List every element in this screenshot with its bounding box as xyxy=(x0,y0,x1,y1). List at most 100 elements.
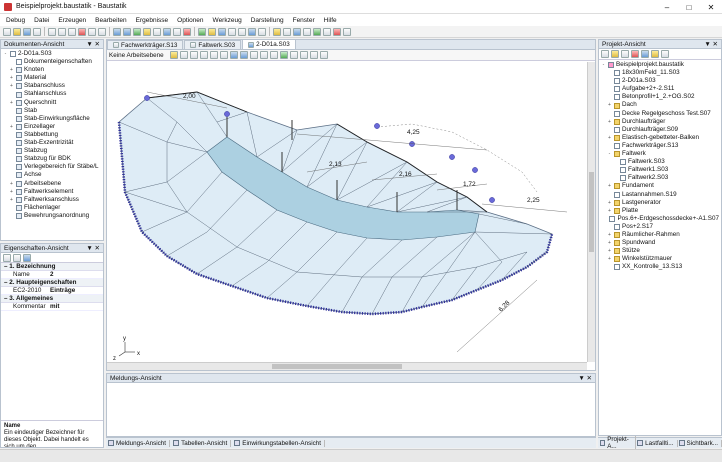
menu-bearbeiten[interactable]: Bearbeiten xyxy=(95,17,126,24)
project-file[interactable]: Faltwerk.S03 xyxy=(601,158,719,166)
property-row[interactable]: Name 2 xyxy=(1,271,103,279)
tab-tables[interactable]: Tabellen-Ansicht xyxy=(173,439,232,447)
tree-item[interactable]: Dokumenteigenschaften xyxy=(3,58,101,66)
menu-erzeugen[interactable]: Erzeugen xyxy=(58,17,86,24)
hidden-lines-icon[interactable] xyxy=(299,51,308,59)
expander-icon[interactable]: + xyxy=(607,207,612,215)
tab-faltwerk[interactable]: Faltwerk.S03 xyxy=(184,40,242,49)
expander-icon[interactable]: + xyxy=(607,239,612,247)
tab-fachwerktraeger[interactable]: Fachwerkträger.S13 xyxy=(107,40,184,49)
pin-icon[interactable]: ▼ ✕ xyxy=(578,374,592,382)
new-folder-icon[interactable] xyxy=(621,50,629,58)
tree-item[interactable]: Stab-Exzentrizität xyxy=(3,139,101,147)
minimize-button[interactable]: – xyxy=(656,0,678,14)
tab-load-tables[interactable]: Einwirkungstabellen-Ansicht xyxy=(234,439,326,447)
project-file[interactable]: Pos.6+-Erdgeschossdecke+-A1.S07 xyxy=(601,215,719,223)
import-icon[interactable] xyxy=(323,27,331,36)
expander-icon[interactable]: + xyxy=(607,182,612,190)
stop-icon[interactable] xyxy=(333,27,341,36)
project-file[interactable]: Fachwerkträger.S13 xyxy=(601,142,719,150)
project-folder[interactable]: + Fundament xyxy=(601,182,719,190)
categorized-icon[interactable] xyxy=(3,254,11,262)
expander-icon[interactable]: + xyxy=(607,118,612,126)
undo-icon[interactable] xyxy=(88,27,96,36)
project-folder[interactable]: + Räumlicher-Rahmen xyxy=(601,231,719,239)
tree-item[interactable]: Stabzug für BDK xyxy=(3,155,101,163)
menu-darstellung[interactable]: Darstellung xyxy=(251,17,284,24)
table-icon[interactable] xyxy=(228,27,236,36)
property-section[interactable]: – 1. Bezeichnung xyxy=(1,263,103,271)
open-folder-icon[interactable] xyxy=(611,50,619,58)
property-section[interactable]: – 2. Haupteigenschaften xyxy=(1,279,103,287)
redo-icon[interactable] xyxy=(98,27,106,36)
project-file[interactable]: Aufgabe+2+-2.S11 xyxy=(601,85,719,93)
tree-item[interactable]: + Faltwerkselement xyxy=(3,188,101,196)
export-icon[interactable] xyxy=(313,27,321,36)
view-side-icon[interactable] xyxy=(269,51,278,59)
property-section[interactable]: – 3. Allgemeines xyxy=(1,295,103,303)
check-icon[interactable] xyxy=(208,27,216,36)
property-row[interactable]: Kommentar mit xyxy=(1,303,103,311)
print-icon[interactable] xyxy=(33,27,41,36)
render-icon[interactable] xyxy=(279,51,288,59)
grid-icon[interactable] xyxy=(238,27,246,36)
refresh-icon[interactable] xyxy=(641,50,649,58)
report-icon[interactable] xyxy=(218,27,226,36)
pin-icon[interactable]: ▼ ✕ xyxy=(704,40,718,48)
pin-icon[interactable]: ▼ ✕ xyxy=(86,40,100,48)
measure-icon[interactable] xyxy=(309,51,318,59)
menu-werkzeug[interactable]: Werkzeug xyxy=(213,17,242,24)
info-icon[interactable] xyxy=(293,27,301,36)
project-file[interactable]: Faltwerk1.S03 xyxy=(601,166,719,174)
tools-icon[interactable] xyxy=(343,27,351,36)
project-file[interactable]: Lastannahmen.S19 xyxy=(601,191,719,199)
tree-item[interactable]: Bewehrungsanordnung xyxy=(3,212,101,220)
pointer-icon[interactable] xyxy=(169,51,178,59)
expander-icon[interactable]: + xyxy=(607,101,612,109)
layer-icon[interactable] xyxy=(258,27,266,36)
drawing-canvas[interactable]: 2,00 4,25 2,13 2,16 1,72 2,25 6,28 y x z xyxy=(107,62,587,362)
expander-icon[interactable]: + xyxy=(607,255,612,263)
tree-item[interactable]: Stabzug xyxy=(3,147,101,155)
project-file[interactable]: XX_Kontrolle_13.S13 xyxy=(601,263,719,271)
node-tool-icon[interactable] xyxy=(113,27,121,36)
help-icon[interactable] xyxy=(283,27,291,36)
tree-item[interactable]: + Arbeitsebene xyxy=(3,180,101,188)
result-icon[interactable] xyxy=(198,27,206,36)
project-folder[interactable]: + Elastisch-gebetteter-Balken xyxy=(601,134,719,142)
project-file[interactable]: Betonprofil+1_2.+OG.S02 xyxy=(601,93,719,101)
cut-icon[interactable] xyxy=(48,27,56,36)
property-row[interactable]: EC2-2010 Einträge xyxy=(1,287,103,295)
tab-2-d01a[interactable]: 2-D01a.S03 xyxy=(242,39,296,49)
project-file[interactable]: Pos+2.S17 xyxy=(601,223,719,231)
vertical-scrollbar[interactable] xyxy=(587,62,595,362)
expander-icon[interactable]: + xyxy=(607,199,612,207)
pan-icon[interactable] xyxy=(179,51,188,59)
tab-visibility[interactable]: Sichtbark... xyxy=(678,439,722,447)
menu-debug[interactable]: Debug xyxy=(6,17,25,24)
project-folder[interactable]: + Stütze xyxy=(601,247,719,255)
support-tool-icon[interactable] xyxy=(133,27,141,36)
tree-item[interactable]: Stahlanschluss xyxy=(3,90,101,98)
remove-icon[interactable] xyxy=(631,50,639,58)
project-folder[interactable]: + Lastgenerator xyxy=(601,199,719,207)
import-project-icon[interactable] xyxy=(651,50,659,58)
menu-ergebnisse[interactable]: Ergebnisse xyxy=(136,17,169,24)
view-3d-icon[interactable] xyxy=(239,51,248,59)
maximize-button[interactable]: □ xyxy=(678,0,700,14)
tree-item[interactable]: Achse xyxy=(3,171,101,179)
new-icon[interactable] xyxy=(3,27,11,36)
view-icon[interactable] xyxy=(248,27,256,36)
tree-item[interactable]: + Faltwerksanschluss xyxy=(3,196,101,204)
project-folder[interactable]: - Faltwerk xyxy=(601,150,719,158)
tree-item[interactable]: Stab-Einwirkungsfläche xyxy=(3,115,101,123)
rotate-icon[interactable] xyxy=(229,51,238,59)
properties-icon[interactable] xyxy=(661,50,669,58)
project-folder[interactable]: + Platte xyxy=(601,207,719,215)
window-icon[interactable] xyxy=(303,27,311,36)
expander-icon[interactable]: - xyxy=(607,150,612,158)
project-file[interactable]: Durchlaufträger.S09 xyxy=(601,126,719,134)
project-folder[interactable]: + Winkelstützmauer xyxy=(601,255,719,263)
delete-icon[interactable] xyxy=(78,27,86,36)
tree-root[interactable]: -2-D01a.S03 xyxy=(3,50,101,58)
